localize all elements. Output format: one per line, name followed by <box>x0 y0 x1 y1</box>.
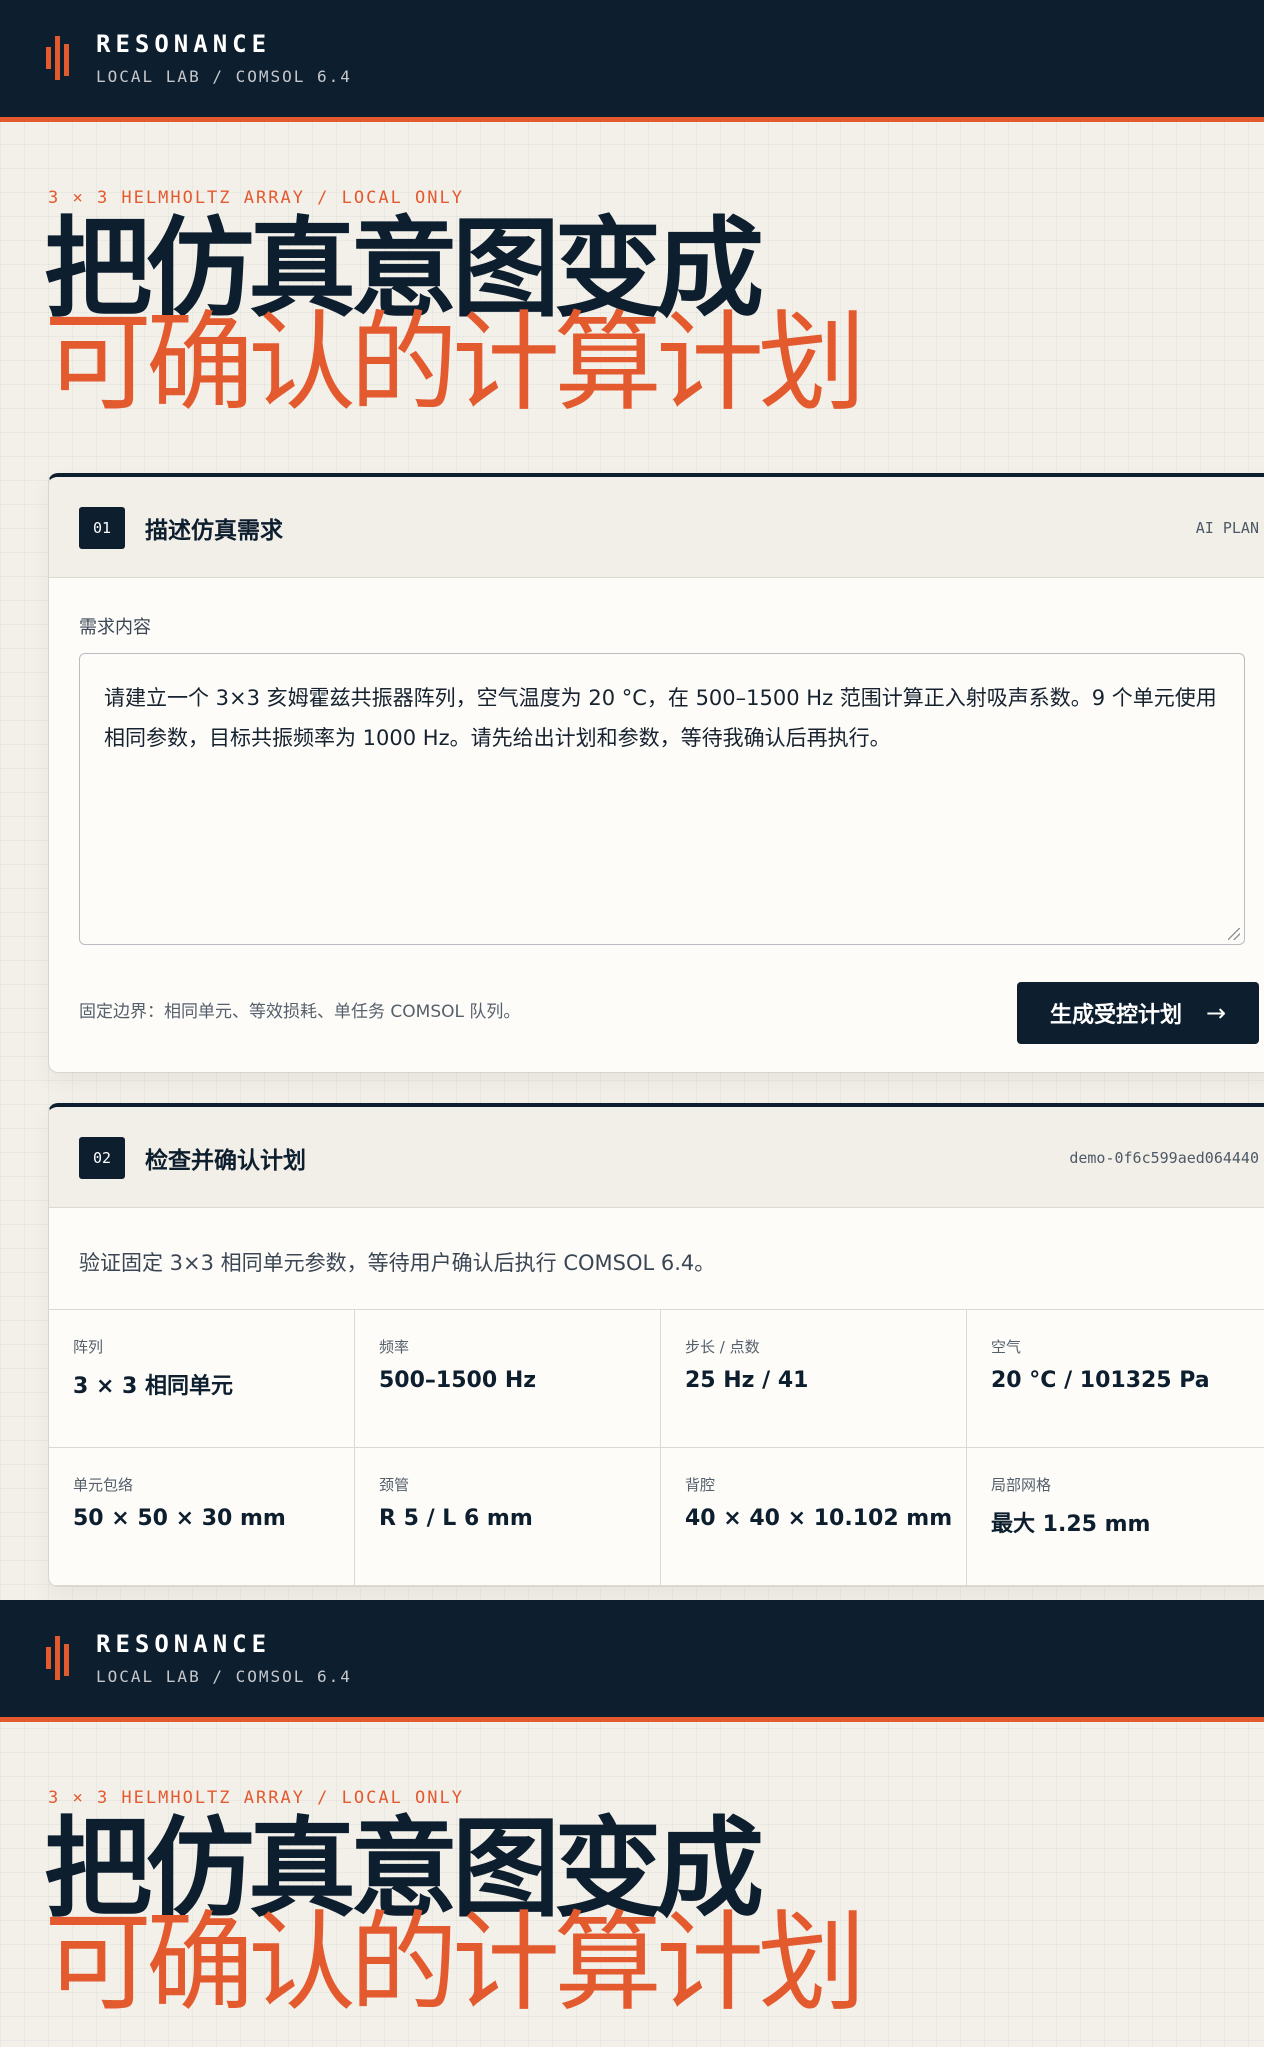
param-value: 500–1500 Hz <box>379 1368 537 1393</box>
hero-title-line2: 可确认的计算计划 <box>44 301 866 426</box>
app-header: RESONANCE LOCAL LAB / COMSOL 6.4 <box>0 0 1264 122</box>
param-cell: 步长 / 点数 25 Hz / 41 <box>661 1310 967 1448</box>
param-cell: 空气 20 °C / 101325 Pa <box>967 1310 1264 1448</box>
param-cell: 背腔 40 × 40 × 10.102 mm <box>661 1448 967 1586</box>
param-key: 单元包络 <box>73 1476 134 1494</box>
step-number-badge: 01 <box>79 507 125 549</box>
param-key: 空气 <box>991 1338 1022 1356</box>
resonance-logo-icon <box>46 36 76 80</box>
resize-handle-icon[interactable] <box>1228 928 1240 940</box>
arrow-right-icon: → <box>1205 999 1227 1027</box>
hero-eyebrow-repeat: 3 × 3 HELMHOLTZ ARRAY / LOCAL ONLY <box>48 1788 464 1808</box>
brand-name: RESONANCE <box>96 1630 272 1658</box>
param-value: 最大 1.25 mm <box>991 1512 1151 1537</box>
parameter-grid: 阵列 3 × 3 相同单元 频率 500–1500 Hz 步长 / 点数 25 Hz … <box>49 1309 1264 1586</box>
step-number-badge: 02 <box>79 1137 125 1179</box>
param-key: 步长 / 点数 <box>685 1338 760 1356</box>
resonance-logo-icon <box>46 1636 76 1680</box>
plan-id: demo-0f6c599aed064440 <box>1069 1149 1259 1167</box>
param-key: 颈管 <box>379 1476 410 1494</box>
param-value: 40 × 40 × 10.102 mm <box>685 1506 953 1531</box>
brand-subtitle: LOCAL LAB / COMSOL 6.4 <box>96 67 352 86</box>
param-cell: 颈管 R 5 / L 6 mm <box>355 1448 661 1586</box>
param-cell: 阵列 3 × 3 相同单元 <box>49 1310 355 1448</box>
generate-plan-label: 生成受控计划 <box>1049 1003 1182 1028</box>
app-header-repeat: RESONANCE LOCAL LAB / COMSOL 6.4 <box>0 1600 1264 1722</box>
generate-plan-button[interactable]: 生成受控计划 → <box>1017 982 1259 1044</box>
param-key: 局部网格 <box>991 1476 1052 1494</box>
requirement-label: 需求内容 <box>79 617 151 638</box>
param-value: 25 Hz / 41 <box>685 1368 809 1393</box>
param-cell: 单元包络 50 × 50 × 30 mm <box>49 1448 355 1586</box>
hero-eyebrow: 3 × 3 HELMHOLTZ ARRAY / LOCAL ONLY <box>48 188 464 208</box>
card-title: 描述仿真需求 <box>145 518 283 544</box>
param-value: 50 × 50 × 30 mm <box>73 1506 286 1531</box>
card-header: 02 检查并确认计划 demo-0f6c599aed064440 <box>49 1107 1264 1208</box>
brand-name: RESONANCE <box>96 30 272 58</box>
param-key: 阵列 <box>73 1338 104 1356</box>
step-confirm-card: 02 检查并确认计划 demo-0f6c599aed064440 验证固定 3×… <box>48 1103 1264 1587</box>
param-value: 20 °C / 101325 Pa <box>991 1368 1210 1393</box>
param-value: R 5 / L 6 mm <box>379 1506 533 1531</box>
param-key: 背腔 <box>685 1476 716 1494</box>
card-title: 检查并确认计划 <box>145 1148 306 1174</box>
step-describe-card: 01 描述仿真需求 AI PLAN 需求内容 请建立一个 3×3 亥姆霍兹共振器… <box>48 473 1264 1073</box>
param-key: 频率 <box>379 1338 410 1356</box>
constraints-note: 固定边界：相同单元、等效损耗、单任务 COMSOL 队列。 <box>79 1002 521 1022</box>
param-value: 3 × 3 相同单元 <box>73 1374 234 1399</box>
card-tag: AI PLAN <box>1195 519 1259 537</box>
card-header: 01 描述仿真需求 AI PLAN <box>49 477 1264 578</box>
param-cell: 频率 500–1500 Hz <box>355 1310 661 1448</box>
requirement-text: 请建立一个 3×3 亥姆霍兹共振器阵列，空气温度为 20 °C，在 500–15… <box>104 686 1217 750</box>
brand-subtitle: LOCAL LAB / COMSOL 6.4 <box>96 1667 352 1686</box>
requirement-textarea[interactable]: 请建立一个 3×3 亥姆霍兹共振器阵列，空气温度为 20 °C，在 500–15… <box>79 653 1245 945</box>
param-cell: 局部网格最大 1.25 mm <box>967 1448 1264 1586</box>
plan-summary: 验证固定 3×3 相同单元参数，等待用户确认后执行 COMSOL 6.4。 <box>79 1251 716 1275</box>
hero-title-line2-repeat: 可确认的计算计划 <box>44 1901 866 2026</box>
